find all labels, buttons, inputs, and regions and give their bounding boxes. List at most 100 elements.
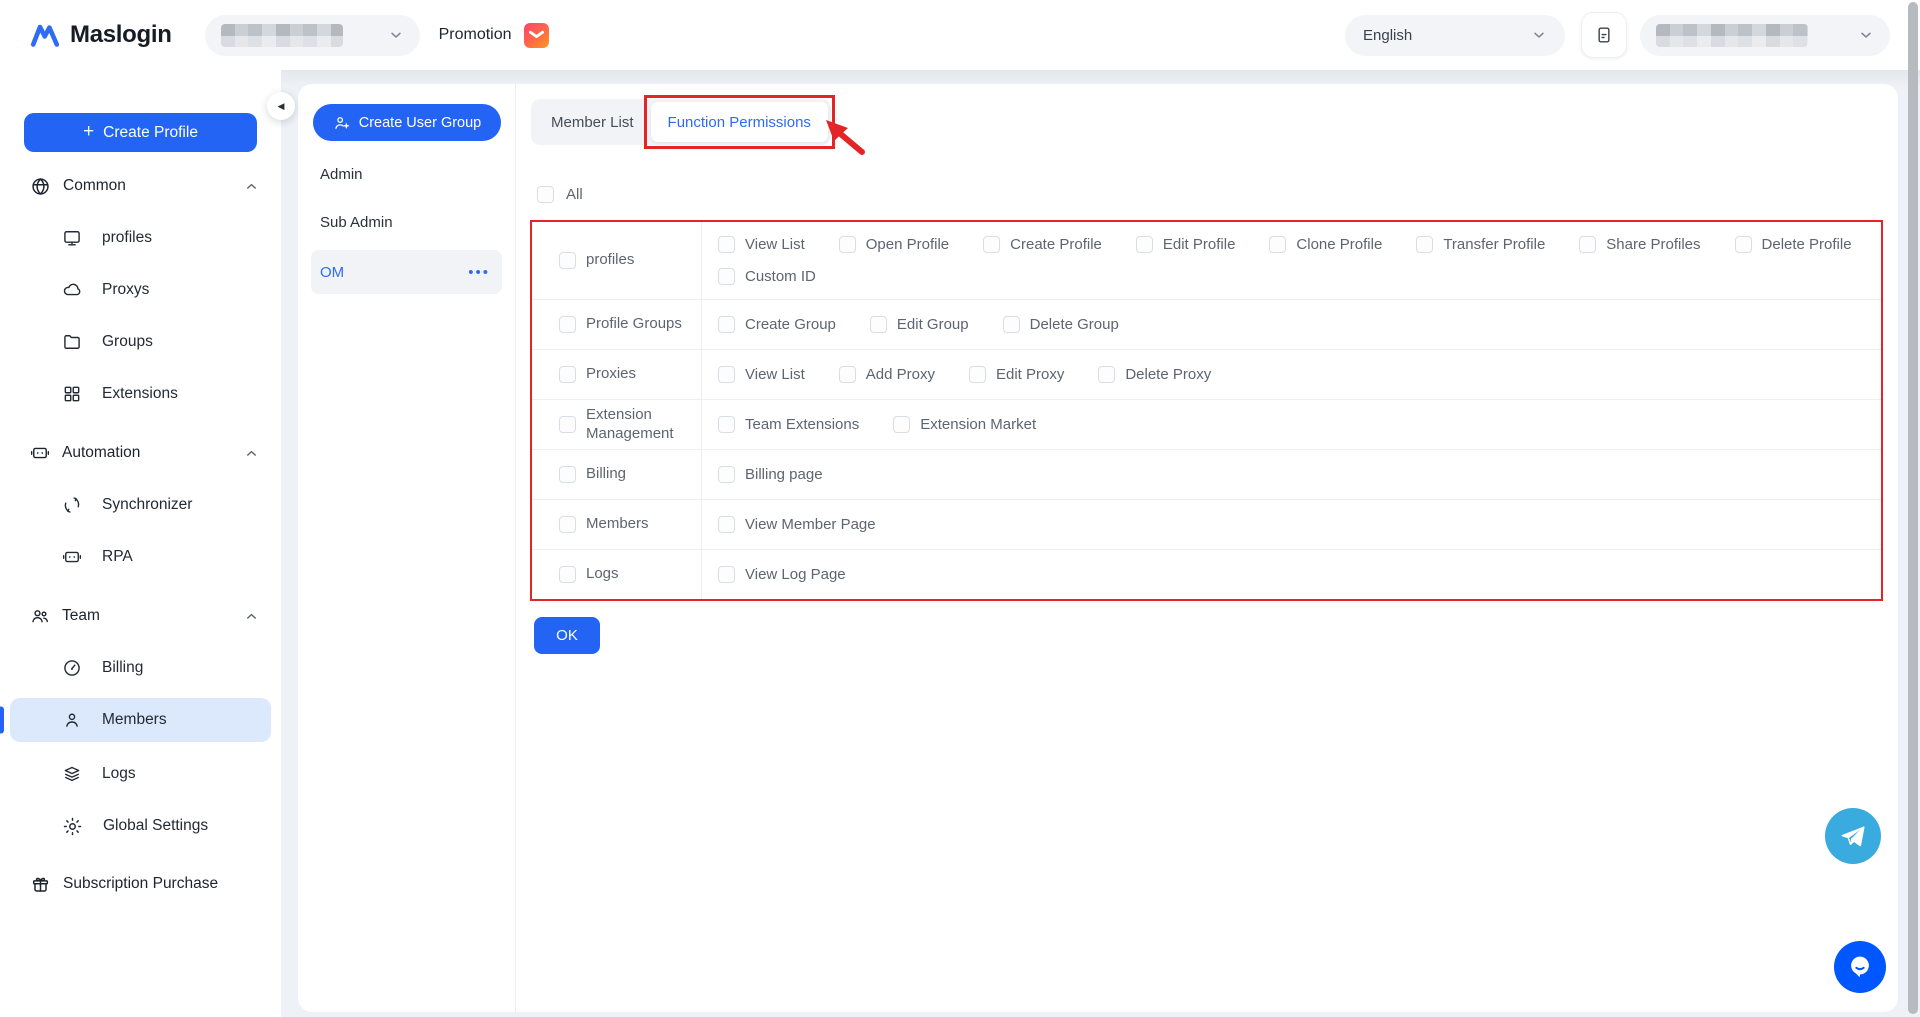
module-checkbox[interactable] (559, 516, 576, 533)
language-selector[interactable]: English (1345, 15, 1565, 56)
permission-checkbox[interactable] (839, 236, 856, 253)
module-billing[interactable]: Billing (532, 450, 702, 499)
workspace-selector[interactable] (205, 15, 420, 56)
module-profile-groups[interactable]: Profile Groups (532, 300, 702, 349)
module-checkbox[interactable] (559, 416, 576, 433)
permission-transfer-profile[interactable]: Transfer Profile (1416, 236, 1545, 253)
module-checkbox[interactable] (559, 566, 576, 583)
module-checkbox[interactable] (559, 366, 576, 383)
permission-checkbox[interactable] (718, 516, 735, 533)
permission-checkbox[interactable] (1269, 236, 1286, 253)
module-checkbox[interactable] (559, 466, 576, 483)
select-all[interactable]: All (537, 186, 583, 203)
sidebar-item-extensions[interactable]: Extensions (10, 374, 271, 414)
tab-function-permissions[interactable]: Function Permissions (651, 102, 828, 142)
sidebar-item-rpa[interactable]: RPA (10, 537, 271, 577)
create-user-group-button[interactable]: Create User Group (313, 104, 501, 141)
sidebar-item-billing[interactable]: Billing (10, 648, 271, 688)
permission-checkbox[interactable] (718, 466, 735, 483)
telegram-icon (1838, 821, 1868, 851)
permission-checkbox[interactable] (718, 566, 735, 583)
permission-billing-page[interactable]: Billing page (718, 466, 823, 483)
user-group-om[interactable]: OM••• (311, 250, 502, 294)
create-profile-button[interactable]: + Create Profile (24, 113, 257, 152)
sidebar-collapse-button[interactable]: ◀ (267, 92, 295, 120)
sidebar-item-logs[interactable]: Logs (10, 754, 271, 794)
permission-label: View List (745, 366, 805, 383)
tab-member-list[interactable]: Member List (534, 102, 651, 142)
sync-icon (62, 495, 82, 515)
permission-checkbox[interactable] (718, 416, 735, 433)
permission-view-list[interactable]: View List (718, 236, 805, 253)
module-members[interactable]: Members (532, 500, 702, 549)
permission-label: Delete Proxy (1125, 366, 1211, 383)
sidebar-section-common[interactable]: Common (30, 166, 259, 206)
permission-checkbox[interactable] (969, 366, 986, 383)
permission-view-member-page[interactable]: View Member Page (718, 516, 876, 533)
module-logs[interactable]: Logs (532, 550, 702, 599)
permission-checkbox[interactable] (718, 366, 735, 383)
permission-extension-market[interactable]: Extension Market (893, 416, 1036, 433)
permission-custom-id[interactable]: Custom ID (718, 268, 816, 285)
permission-edit-group[interactable]: Edit Group (870, 316, 969, 333)
sidebar-item-label: Groups (102, 333, 153, 351)
permission-checkbox[interactable] (1416, 236, 1433, 253)
permission-checkbox[interactable] (870, 316, 887, 333)
sidebar-item-groups[interactable]: Groups (10, 322, 271, 362)
permission-delete-group[interactable]: Delete Group (1003, 316, 1119, 333)
permission-delete-proxy[interactable]: Delete Proxy (1098, 366, 1211, 383)
sidebar-item-members[interactable]: Members (10, 698, 271, 742)
chat-button[interactable] (1834, 941, 1886, 993)
permission-team-extensions[interactable]: Team Extensions (718, 416, 859, 433)
sidebar-item-synchronizer[interactable]: Synchronizer (10, 485, 271, 525)
permission-checkbox[interactable] (718, 236, 735, 253)
user-group-sub-admin[interactable]: Sub Admin••• (311, 202, 502, 242)
more-icon[interactable]: ••• (468, 264, 490, 281)
permission-checkbox[interactable] (1579, 236, 1596, 253)
notes-button[interactable] (1581, 12, 1627, 58)
select-all-checkbox[interactable] (537, 186, 554, 203)
sidebar-section-team[interactable]: Team (30, 596, 259, 636)
permission-create-profile[interactable]: Create Profile (983, 236, 1102, 253)
sidebar-item-label: Extensions (102, 385, 178, 403)
permission-share-profiles[interactable]: Share Profiles (1579, 236, 1700, 253)
permission-view-log-page[interactable]: View Log Page (718, 566, 846, 583)
permission-checkbox[interactable] (1735, 236, 1752, 253)
permission-checkbox[interactable] (839, 366, 856, 383)
sidebar-item-proxys[interactable]: Proxys (10, 270, 271, 310)
module-proxies[interactable]: Proxies (532, 350, 702, 399)
telegram-button[interactable] (1825, 808, 1881, 864)
permission-checkbox[interactable] (983, 236, 1000, 253)
module-extension-management[interactable]: Extension Management (532, 400, 702, 449)
scrollbar-thumb[interactable] (1908, 2, 1918, 1014)
permission-checkbox[interactable] (893, 416, 910, 433)
permission-view-list[interactable]: View List (718, 366, 805, 383)
permission-checkbox[interactable] (1003, 316, 1020, 333)
user-group-admin[interactable]: Admin••• (311, 154, 502, 194)
account-selector[interactable] (1640, 15, 1890, 56)
sidebar-item-profiles[interactable]: profiles (10, 218, 271, 258)
permission-checkbox[interactable] (718, 268, 735, 285)
permission-open-profile[interactable]: Open Profile (839, 236, 949, 253)
permission-checkbox[interactable] (1098, 366, 1115, 383)
module-checkbox[interactable] (559, 252, 576, 269)
sidebar-item-subscription-purchase[interactable]: Subscription Purchase (30, 864, 259, 904)
promotion-link[interactable]: Promotion (439, 23, 549, 48)
permission-checkbox[interactable] (718, 316, 735, 333)
sidebar-item-global-settings[interactable]: Global Settings (10, 806, 271, 846)
module-profiles[interactable]: profiles (532, 222, 702, 299)
sidebar-section-automation[interactable]: Automation (30, 433, 259, 473)
module-checkbox[interactable] (559, 316, 576, 333)
permission-create-group[interactable]: Create Group (718, 316, 836, 333)
permission-delete-profile[interactable]: Delete Profile (1735, 236, 1852, 253)
permission-label: View Log Page (745, 566, 846, 583)
ok-button[interactable]: OK (534, 617, 600, 654)
collapse-icon: ◀ (278, 101, 285, 112)
permission-clone-profile[interactable]: Clone Profile (1269, 236, 1382, 253)
permission-label: Delete Profile (1762, 236, 1852, 253)
permission-edit-profile[interactable]: Edit Profile (1136, 236, 1236, 253)
permission-checkbox[interactable] (1136, 236, 1153, 253)
permission-add-proxy[interactable]: Add Proxy (839, 366, 935, 383)
person-icon (62, 710, 82, 730)
permission-edit-proxy[interactable]: Edit Proxy (969, 366, 1064, 383)
